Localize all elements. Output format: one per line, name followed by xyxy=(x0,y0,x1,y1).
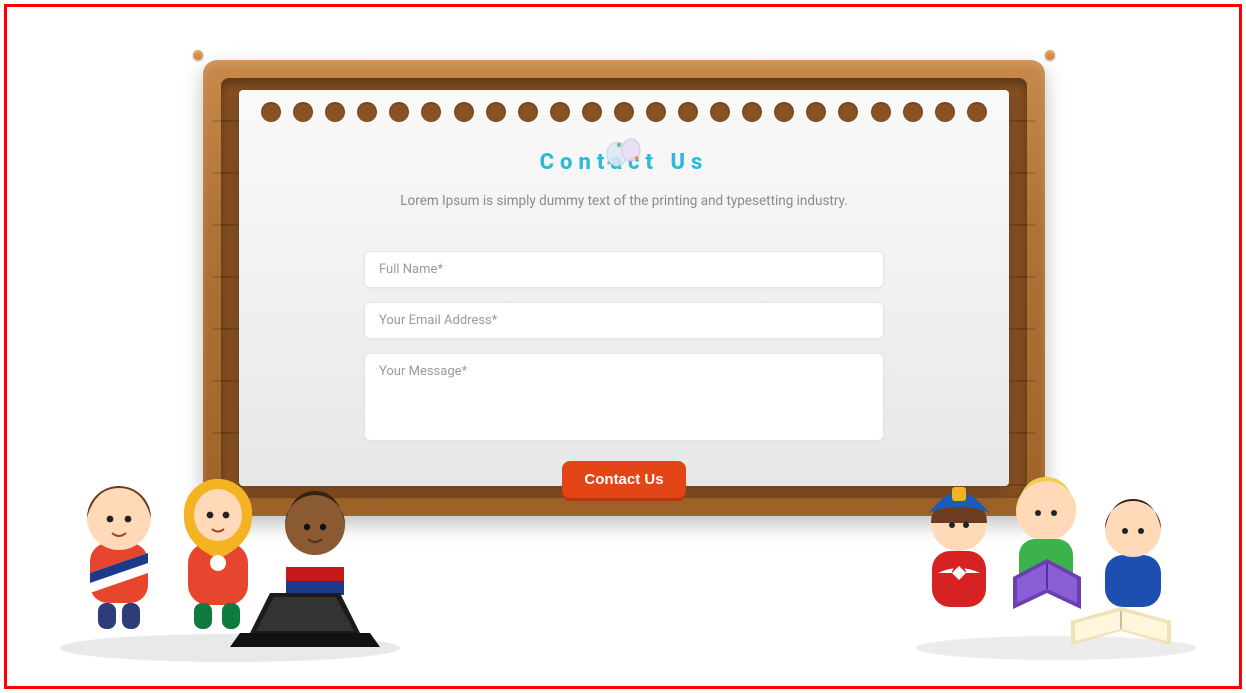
name-input[interactable] xyxy=(364,251,884,288)
message-textarea[interactable] xyxy=(364,353,884,441)
balloon-icon xyxy=(601,136,647,178)
page-subtitle: Lorem Ipsum is simply dummy text of the … xyxy=(400,193,848,209)
paper-perforation xyxy=(239,84,1009,114)
nail-icon xyxy=(193,50,203,60)
nail-icon xyxy=(1045,516,1055,526)
contact-submit-button[interactable]: Contact Us xyxy=(562,461,685,498)
email-input[interactable] xyxy=(364,302,884,339)
contact-form xyxy=(364,251,884,441)
bulletin-board: Contact Us Lorem Ipsum is simply dummy t… xyxy=(195,52,1053,524)
nail-icon xyxy=(193,516,203,526)
nail-icon xyxy=(1045,50,1055,60)
contact-card: Contact Us Lorem Ipsum is simply dummy t… xyxy=(239,90,1009,486)
